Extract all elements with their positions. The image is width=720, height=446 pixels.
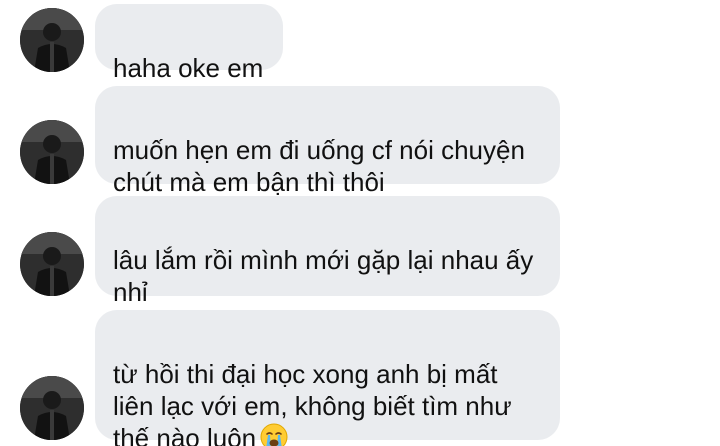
message-bubble[interactable]: từ hồi thi đại học xong anh bị mất liên … — [95, 310, 560, 446]
message-bubble[interactable]: haha oke em — [95, 4, 283, 83]
avatar[interactable] — [20, 376, 84, 440]
message-bubble[interactable]: muốn hẹn em đi uống cf nói chuyện chút m… — [95, 86, 560, 197]
loudly-crying-face-icon — [260, 423, 288, 446]
message-text: haha oke em — [113, 53, 264, 83]
avatar-photo-icon — [20, 376, 84, 440]
message-text: muốn hẹn em đi uống cf nói chuyện chút m… — [113, 135, 525, 197]
avatar-photo-icon — [20, 120, 84, 184]
message-bubble[interactable]: lâu lắm rồi mình mới gặp lại nhau ấy nhỉ — [95, 196, 560, 307]
avatar-photo-icon — [20, 8, 84, 72]
message-thread: haha oke em muốn hẹn em đi uống cf nói c… — [0, 0, 720, 446]
avatar[interactable] — [20, 232, 84, 296]
avatar[interactable] — [20, 120, 84, 184]
message-text: lâu lắm rồi mình mới gặp lại nhau ấy nhỉ — [113, 245, 534, 307]
message-text: từ hồi thi đại học xong anh bị mất liên … — [113, 359, 512, 446]
avatar-photo-icon — [20, 232, 84, 296]
avatar[interactable] — [20, 8, 84, 72]
